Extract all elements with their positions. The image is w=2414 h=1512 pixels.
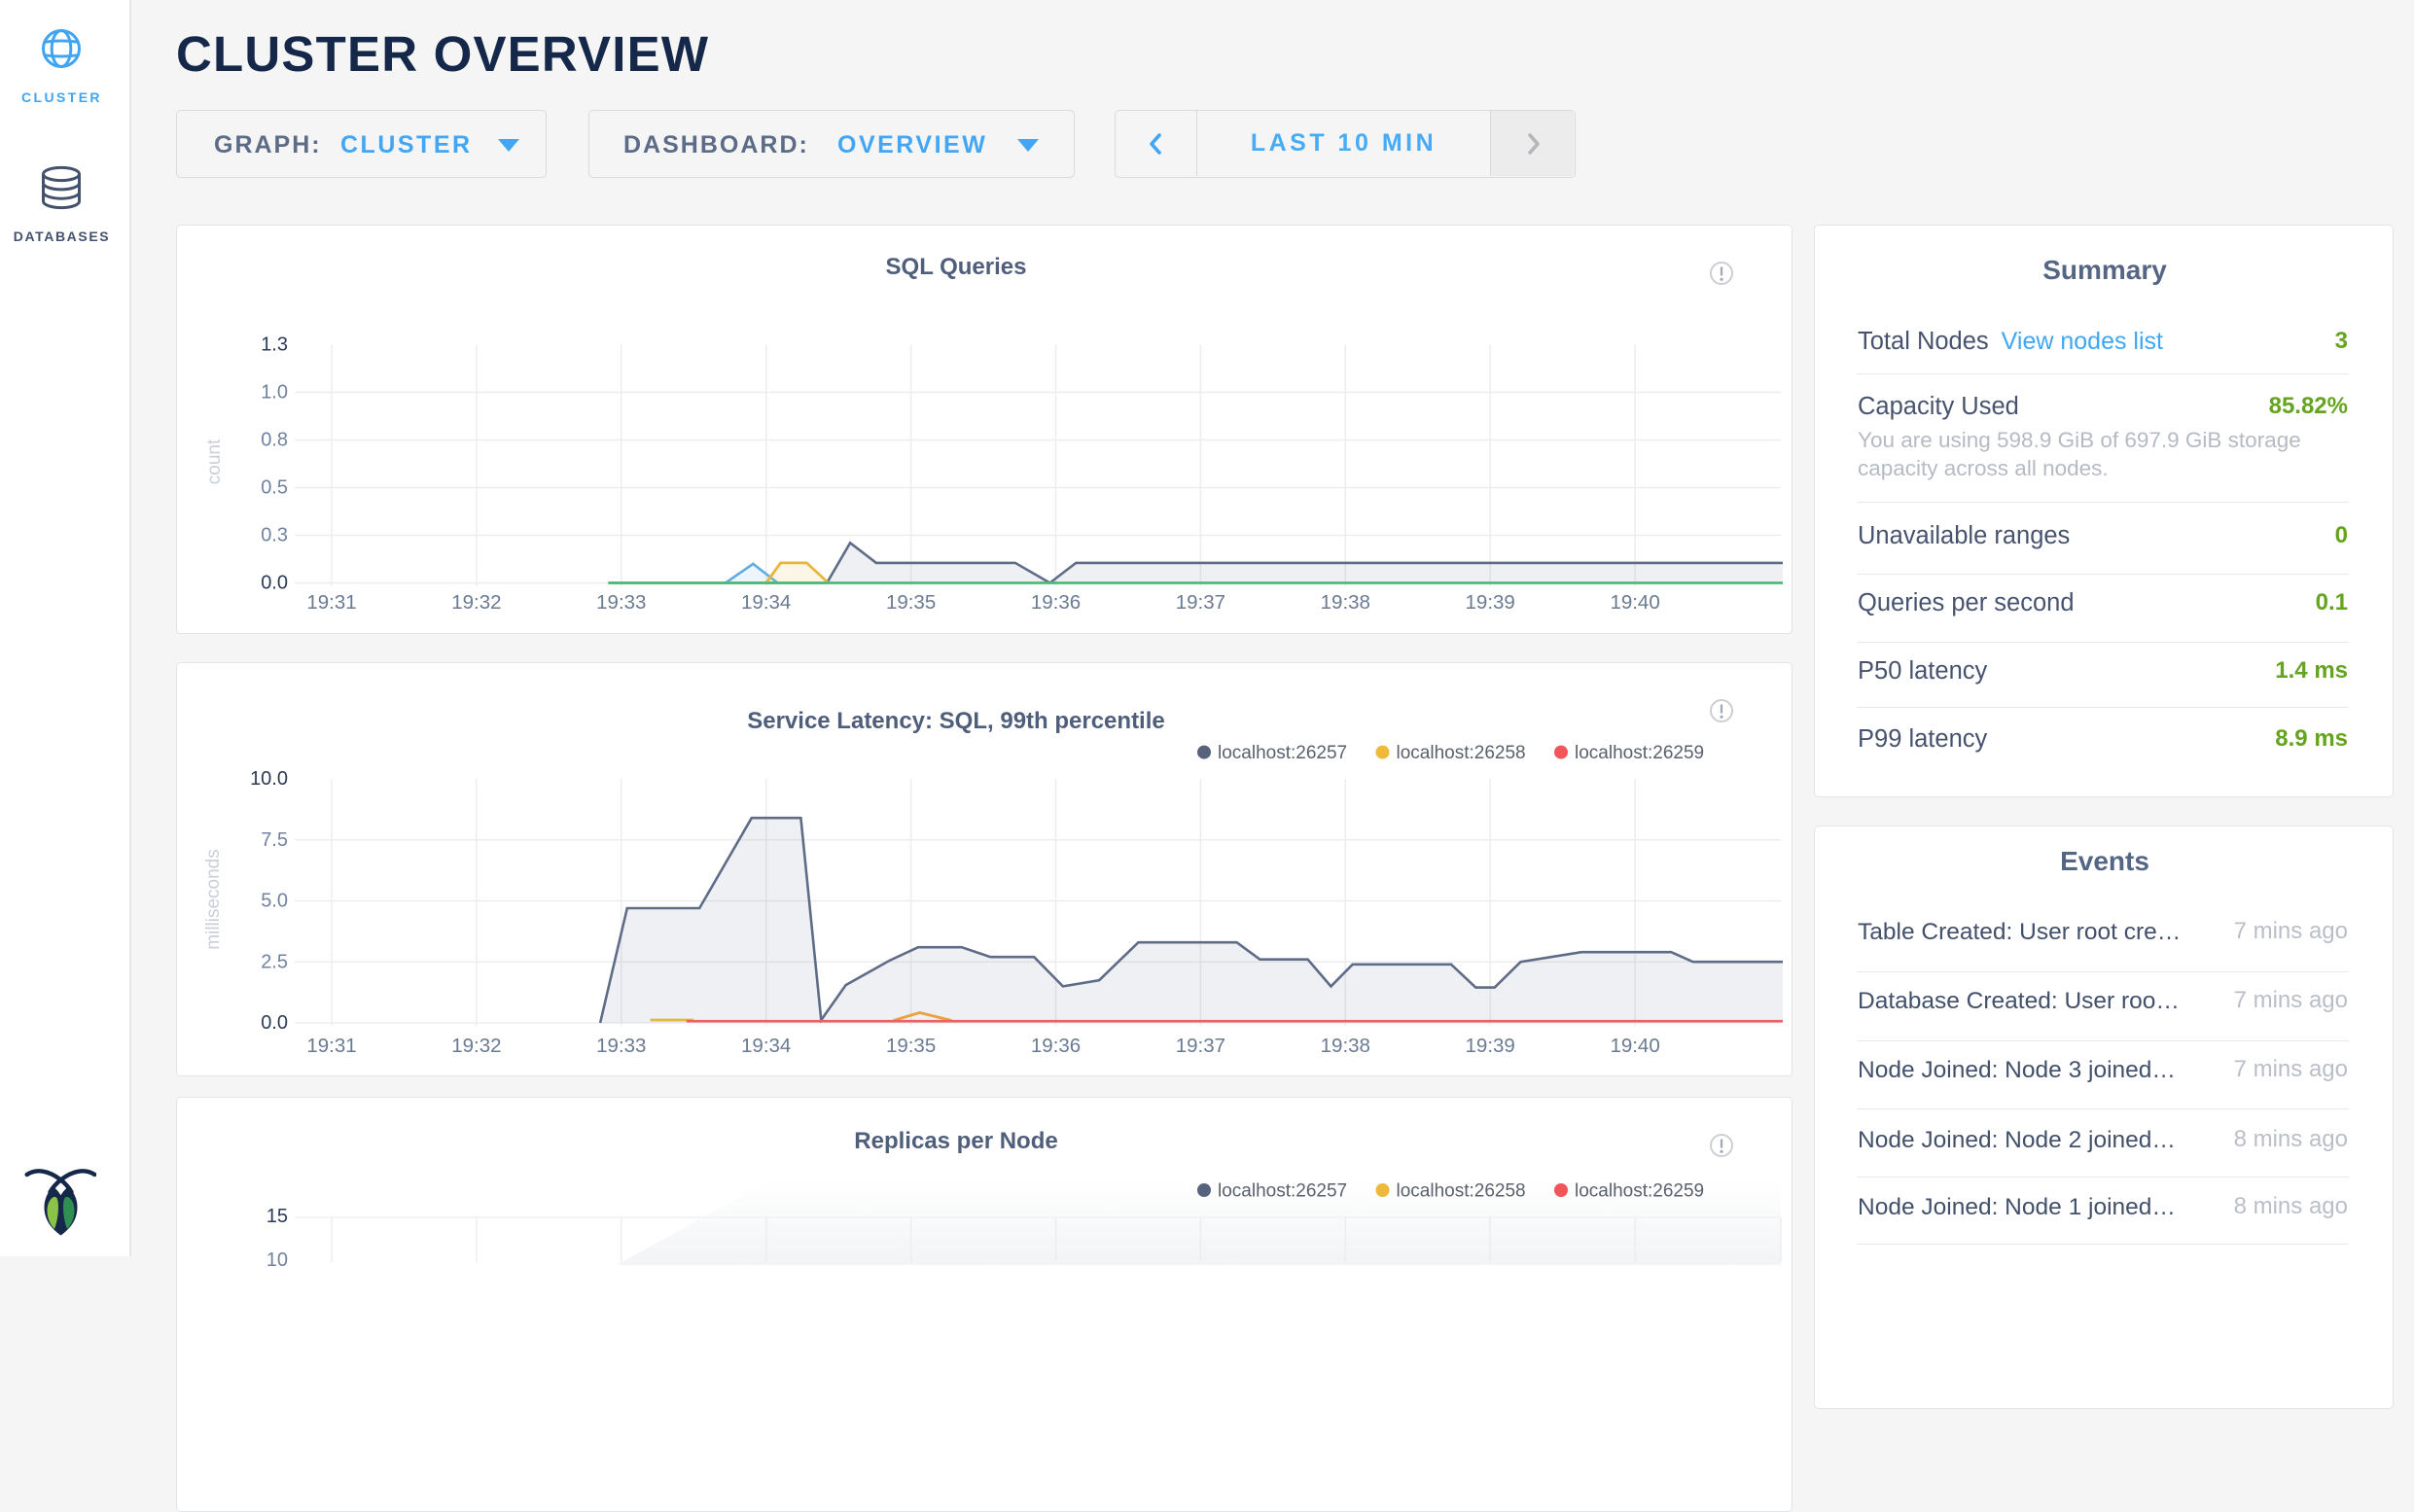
svg-text:localhost:26259: localhost:26259	[1575, 743, 1704, 763]
svg-text:19:36: 19:36	[1031, 591, 1081, 614]
svg-text:10.0: 10.0	[250, 768, 288, 790]
svg-text:19:33: 19:33	[596, 1035, 646, 1057]
svg-text:15: 15	[266, 1206, 288, 1227]
svg-text:19:38: 19:38	[1321, 591, 1370, 614]
svg-text:count: count	[204, 439, 225, 484]
svg-text:19:37: 19:37	[1176, 1035, 1225, 1057]
svg-text:Service Latency: SQL, 99th per: Service Latency: SQL, 99th percentile	[747, 708, 1165, 734]
svg-text:19:37: 19:37	[1176, 591, 1225, 614]
svg-text:0.0: 0.0	[261, 1012, 288, 1034]
svg-text:2.5: 2.5	[261, 951, 288, 972]
svg-text:10: 10	[266, 1249, 288, 1271]
svg-text:1.0: 1.0	[261, 382, 288, 404]
svg-text:localhost:26257: localhost:26257	[1218, 743, 1347, 763]
svg-text:0.5: 0.5	[261, 477, 288, 499]
svg-text:19:35: 19:35	[886, 591, 936, 614]
svg-text:0.0: 0.0	[261, 573, 288, 594]
svg-text:7.5: 7.5	[261, 829, 288, 851]
svg-text:19:31: 19:31	[306, 591, 356, 614]
svg-text:19:39: 19:39	[1466, 1035, 1515, 1057]
svg-text:19:38: 19:38	[1321, 1035, 1370, 1057]
svg-text:19:40: 19:40	[1610, 1035, 1659, 1057]
svg-text:19:36: 19:36	[1031, 1035, 1081, 1057]
svg-text:localhost:26258: localhost:26258	[1397, 743, 1526, 763]
svg-text:milliseconds: milliseconds	[203, 849, 224, 949]
svg-text:Replicas per Node: Replicas per Node	[854, 1128, 1057, 1154]
svg-text:1.3: 1.3	[261, 334, 288, 356]
svg-text:5.0: 5.0	[261, 891, 288, 912]
svg-text:19:35: 19:35	[886, 1035, 936, 1057]
svg-text:19:39: 19:39	[1466, 591, 1515, 614]
svg-text:19:31: 19:31	[306, 1035, 356, 1057]
svg-text:0.3: 0.3	[261, 525, 288, 546]
svg-text:19:34: 19:34	[741, 1035, 791, 1057]
svg-text:19:32: 19:32	[451, 591, 501, 614]
svg-text:SQL Queries: SQL Queries	[886, 254, 1027, 280]
svg-text:19:32: 19:32	[451, 1035, 501, 1057]
svg-text:0.8: 0.8	[261, 430, 288, 451]
svg-text:19:40: 19:40	[1610, 591, 1659, 614]
svg-text:19:33: 19:33	[596, 591, 646, 614]
svg-text:19:34: 19:34	[741, 591, 791, 614]
